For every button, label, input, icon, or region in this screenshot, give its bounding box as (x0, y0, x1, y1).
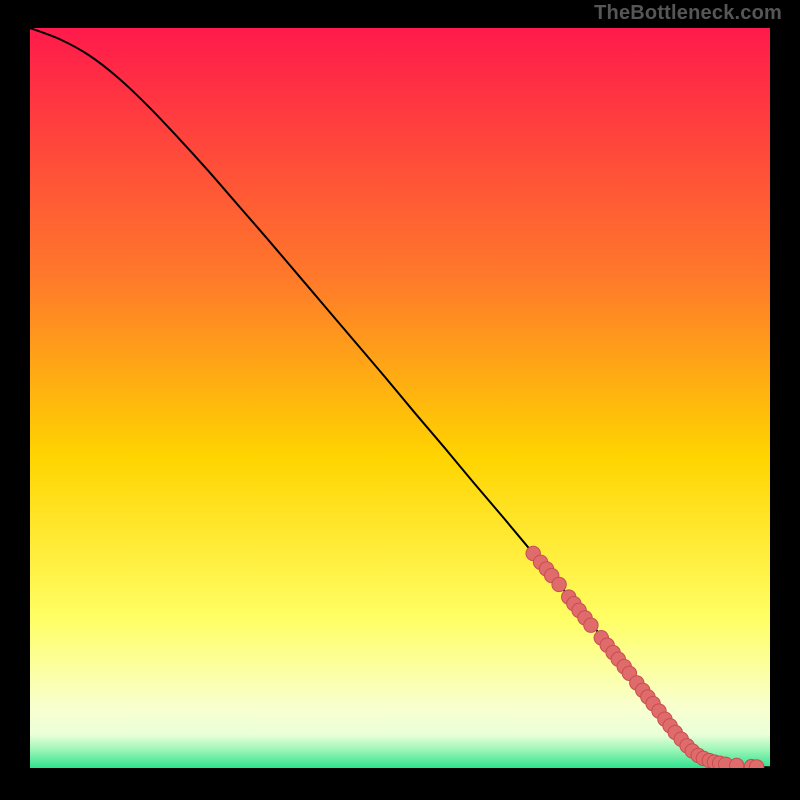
chart-gradient-bg (30, 28, 770, 768)
chart-point (730, 758, 744, 768)
chart-svg (30, 28, 770, 768)
attribution-text: TheBottleneck.com (594, 2, 782, 25)
chart-point (584, 618, 598, 632)
chart-plot-area (30, 28, 770, 768)
chart-point (552, 577, 566, 591)
